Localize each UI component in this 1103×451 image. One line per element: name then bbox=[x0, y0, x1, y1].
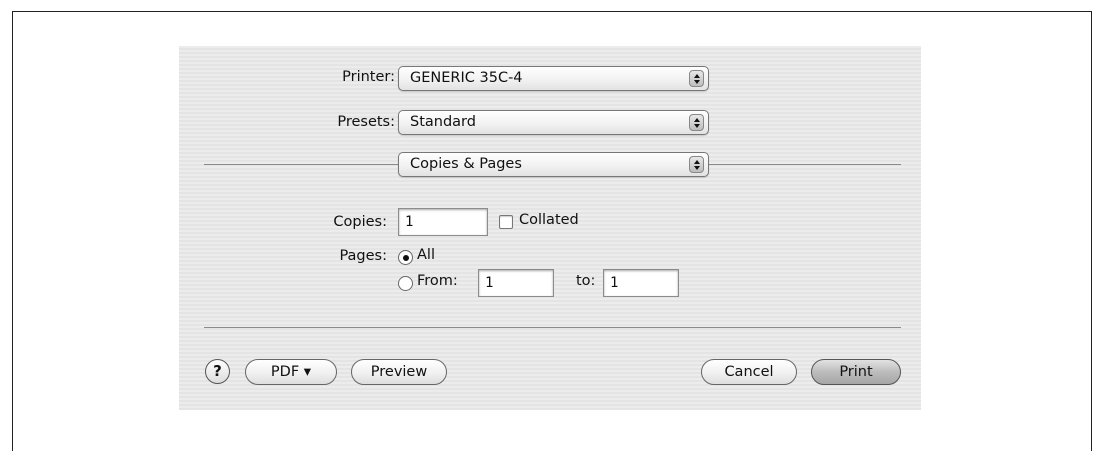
printer-label: Printer: bbox=[342, 69, 395, 85]
popup-arrows-icon bbox=[689, 156, 704, 173]
panel-value: Copies & Pages bbox=[410, 156, 522, 172]
print-button[interactable]: Print bbox=[811, 359, 901, 385]
collated-checkbox[interactable] bbox=[499, 215, 513, 229]
popup-arrows-icon bbox=[689, 70, 704, 87]
footer-divider bbox=[204, 327, 901, 328]
pages-from-label: From: bbox=[417, 273, 458, 289]
pages-label: Pages: bbox=[339, 248, 387, 264]
pages-all-radio[interactable] bbox=[398, 250, 413, 265]
help-button[interactable]: ? bbox=[205, 359, 230, 384]
presets-popup[interactable]: Standard bbox=[398, 110, 709, 135]
pages-from-field[interactable]: 1 bbox=[478, 269, 554, 297]
presets-value: Standard bbox=[410, 114, 476, 130]
pages-to-label: to: bbox=[576, 273, 596, 289]
pages-all-label: All bbox=[417, 247, 435, 263]
print-dialog: Printer: GENERIC 35C-4 Presets: Standard… bbox=[179, 46, 921, 410]
pdf-button[interactable]: PDF ▾ bbox=[245, 359, 337, 385]
copies-field[interactable]: 1 bbox=[398, 208, 488, 236]
collated-label: Collated bbox=[519, 212, 579, 228]
copies-label: Copies: bbox=[333, 214, 387, 230]
panel-divider-left bbox=[204, 164, 398, 165]
pages-from-radio[interactable] bbox=[398, 276, 413, 291]
cancel-button[interactable]: Cancel bbox=[701, 359, 797, 385]
printer-popup[interactable]: GENERIC 35C-4 bbox=[398, 66, 709, 91]
preview-button[interactable]: Preview bbox=[351, 359, 447, 385]
pages-to-field[interactable]: 1 bbox=[603, 269, 679, 297]
printer-value: GENERIC 35C-4 bbox=[410, 70, 523, 86]
popup-arrows-icon bbox=[689, 114, 704, 131]
presets-label: Presets: bbox=[337, 114, 395, 130]
panel-divider-right bbox=[709, 164, 901, 165]
panel-popup[interactable]: Copies & Pages bbox=[398, 152, 709, 177]
